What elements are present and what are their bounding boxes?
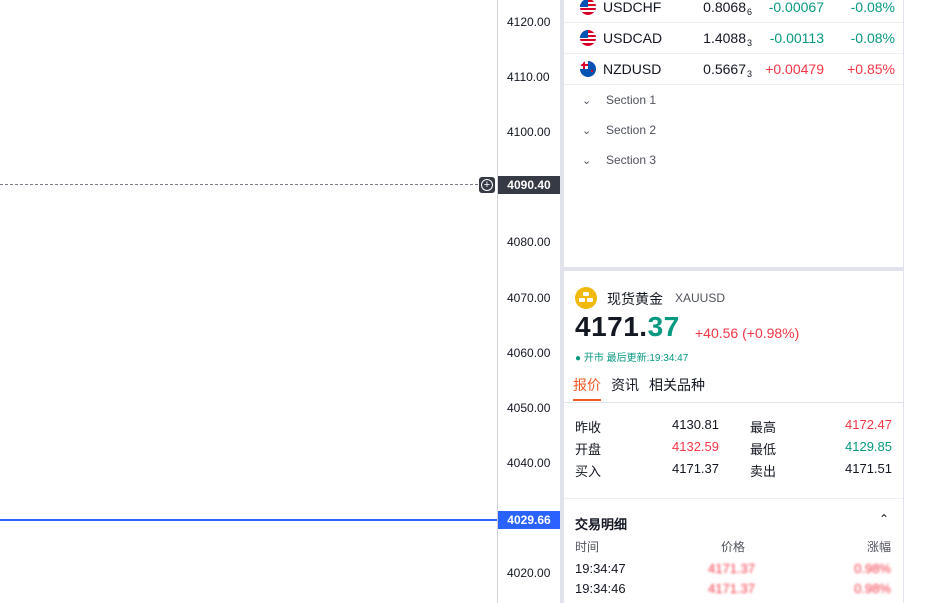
- last-price-large: 4171.37: [575, 311, 680, 342]
- trades-title: 交易明细: [575, 517, 628, 532]
- axis-tick: 4070.00: [507, 291, 551, 305]
- symbol-name: USDCAD: [603, 30, 663, 46]
- watchlist-row[interactable]: USDCHF 0.80686 -0.00067 -0.08%: [564, 0, 903, 23]
- us-flag-icon: [580, 30, 596, 46]
- gold-icon: [575, 287, 597, 309]
- trade-change: 0.98%: [854, 561, 891, 576]
- last-price: 0.80686: [703, 0, 752, 17]
- chevron-up-icon[interactable]: ⌃: [879, 512, 889, 526]
- stat-value: 4130.81: [672, 417, 719, 432]
- market-status: ● 开市 最后更新:19:34:47: [575, 353, 689, 364]
- tab-related[interactable]: 相关品种: [649, 375, 705, 401]
- current-price-label: 4029.66: [498, 511, 560, 529]
- stat-value: 4129.85: [845, 439, 892, 454]
- chevron-down-icon: ⌄: [582, 94, 592, 107]
- change-percent: +0.85%: [847, 61, 895, 77]
- price-change: +40.56 (+0.98%): [695, 325, 800, 341]
- trade-time: 19:34:47: [575, 561, 626, 576]
- axis-tick: 4060.00: [507, 346, 551, 360]
- section-2[interactable]: ⌄ Section 2: [582, 120, 656, 140]
- symbol-name: USDCHF: [603, 0, 662, 15]
- last-price: 0.56673: [703, 61, 752, 79]
- quote-stats: 昨收 4130.81 最高 4172.47 开盘 4132.59 最低 4129…: [575, 417, 893, 483]
- stat-value: 4172.47: [845, 417, 892, 432]
- section-3[interactable]: ⌄ Section 3: [582, 150, 656, 170]
- trade-time: 19:34:46: [575, 581, 626, 596]
- tabs-divider: [564, 402, 903, 403]
- trades-header-price: 价格: [721, 540, 746, 554]
- trade-price: 4171.37: [708, 561, 755, 576]
- axis-tick: 4120.00: [507, 15, 551, 29]
- change-value: +0.00479: [765, 61, 824, 77]
- stat-label: 买入: [575, 464, 602, 479]
- symbol-ticker: XAUUSD: [675, 291, 726, 305]
- symbol-title: 现货黄金: [607, 291, 663, 307]
- section-divider: [564, 498, 903, 499]
- stat-label: 最低: [750, 442, 777, 457]
- axis-tick: 4110.00: [507, 70, 550, 84]
- stats-row: 昨收 4130.81 最高 4172.47: [575, 417, 893, 439]
- tab-news[interactable]: 资讯: [611, 375, 639, 401]
- current-price-line: [0, 519, 497, 521]
- chevron-down-icon: ⌄: [582, 124, 592, 137]
- stat-value: 4132.59: [672, 439, 719, 454]
- stat-label: 卖出: [750, 464, 777, 479]
- stat-label: 最高: [750, 420, 777, 435]
- stat-label: 开盘: [575, 442, 602, 457]
- trade-change: 0.98%: [854, 581, 891, 596]
- nz-flag-icon: [580, 61, 596, 77]
- us-flag-icon: [580, 0, 596, 15]
- section-1[interactable]: ⌄ Section 1: [582, 90, 656, 110]
- price-axis[interactable]: 4120.00 4110.00 4100.00 4080.00 4070.00 …: [497, 0, 560, 603]
- tab-quote[interactable]: 报价: [573, 375, 601, 401]
- chart-canvas[interactable]: +: [0, 0, 497, 603]
- trades-header-change: 涨幅: [866, 540, 891, 554]
- watchlist-row[interactable]: USDCAD 1.40883 -0.00113 -0.08%: [564, 23, 903, 54]
- stat-value: 4171.37: [672, 461, 719, 476]
- axis-tick: 4040.00: [507, 456, 551, 470]
- change-value: -0.00113: [769, 30, 824, 46]
- chevron-down-icon: ⌄: [582, 154, 592, 167]
- symbol-detail: 现货黄金 XAUUSD 4171.37 +40.56 (+0.98%) ● 开市…: [564, 271, 903, 603]
- change-percent: -0.08%: [850, 30, 895, 46]
- add-alert-icon[interactable]: +: [479, 177, 495, 193]
- axis-tick: 4020.00: [507, 566, 551, 580]
- watchlist: USDCHF 0.80686 -0.00067 -0.08% USDCAD 1.…: [564, 0, 903, 267]
- trades-header-time: 时间: [575, 540, 600, 554]
- stats-row: 开盘 4132.59 最低 4129.85: [575, 439, 893, 461]
- stats-row: 买入 4171.37 卖出 4171.51: [575, 461, 893, 483]
- trade-price: 4171.37: [708, 581, 755, 596]
- right-toolbar: [903, 0, 942, 603]
- axis-tick: 4100.00: [507, 125, 551, 139]
- crosshair-price-label: 4090.40: [498, 176, 560, 194]
- detail-tabs: 报价 资讯 相关品种: [573, 375, 715, 401]
- symbol-name: NZDUSD: [603, 61, 662, 77]
- stat-value: 4171.51: [845, 461, 892, 476]
- change-percent: -0.08%: [850, 0, 895, 15]
- axis-tick: 4050.00: [507, 401, 551, 415]
- last-price: 1.40883: [703, 30, 752, 48]
- watchlist-row[interactable]: NZDUSD 0.56673 +0.00479 +0.85%: [564, 54, 903, 85]
- crosshair-line: [0, 184, 478, 185]
- stat-label: 昨收: [575, 420, 602, 435]
- axis-tick: 4080.00: [507, 235, 551, 249]
- change-value: -0.00067: [768, 0, 824, 15]
